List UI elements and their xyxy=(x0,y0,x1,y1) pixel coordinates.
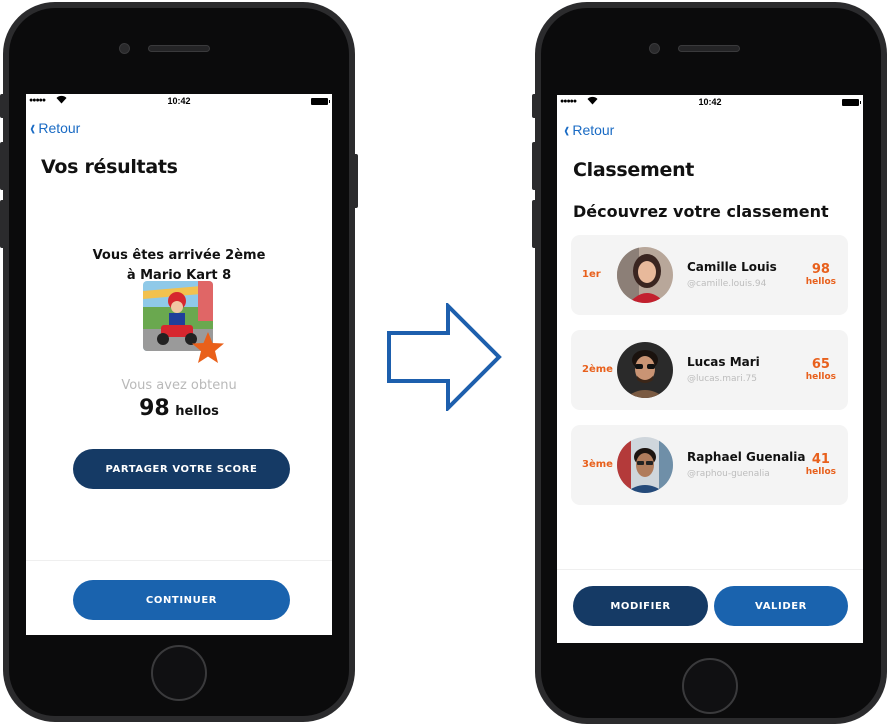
home-button[interactable] xyxy=(682,658,738,714)
validate-button[interactable]: VALIDER xyxy=(714,586,848,626)
avatar xyxy=(617,437,673,493)
left-screen: ●●●●● 10:42 ‹ Retour Vos résultats Vous … xyxy=(26,94,332,635)
score-value: 65 xyxy=(811,357,830,372)
rank-position: 1er xyxy=(582,269,601,280)
earpiece-speaker xyxy=(148,45,210,52)
ranking-card[interactable]: 3ème Raphael Guenalia @raphou-guenalia 4… xyxy=(571,425,848,505)
footer-divider xyxy=(26,560,332,561)
back-button[interactable]: ‹ Retour xyxy=(563,117,615,142)
status-bar: ●●●●● 10:42 xyxy=(557,95,863,109)
rank-position: 2ème xyxy=(582,364,613,375)
status-bar: ●●●●● 10:42 xyxy=(26,94,332,108)
player-name: Lucas Mari xyxy=(687,355,760,369)
score-unit: hellos xyxy=(805,372,836,382)
score-unit: hellos xyxy=(805,467,836,477)
page-title: Vos résultats xyxy=(41,156,178,178)
front-camera xyxy=(119,43,130,54)
rank-position: 3ème xyxy=(582,459,613,470)
player-name: Raphael Guenalia xyxy=(687,450,806,464)
footer-divider xyxy=(557,569,863,570)
right-arrow-icon xyxy=(386,301,502,413)
chevron-left-icon: ‹ xyxy=(30,115,36,140)
volume-up-button xyxy=(0,142,5,190)
battery-icon xyxy=(311,98,330,105)
status-time: 10:42 xyxy=(698,97,722,107)
score-value: 98 xyxy=(811,262,830,277)
ranking-card[interactable]: 1er Camille Louis @camille.louis.94 98 h… xyxy=(571,235,848,315)
player-name: Camille Louis xyxy=(687,260,777,274)
score-value: 41 xyxy=(811,452,830,467)
avatar xyxy=(617,247,673,303)
score-unit: hellos xyxy=(805,277,836,287)
page-subtitle: Découvrez votre classement xyxy=(573,202,829,221)
player-score: 41 hellos xyxy=(806,453,836,478)
back-label: Retour xyxy=(38,120,81,136)
home-button[interactable] xyxy=(151,645,207,701)
player-handle: @lucas.mari.75 xyxy=(687,374,758,384)
score-unit: hellos xyxy=(175,404,219,419)
ranking-card[interactable]: 2ème Lucas Mari @lucas.mari.75 65 hellos xyxy=(571,330,848,410)
player-score: 65 hellos xyxy=(806,358,836,383)
status-time: 10:42 xyxy=(167,96,191,106)
player-handle: @raphou-guenalia xyxy=(687,469,770,479)
left-phone: ●●●●● 10:42 ‹ Retour Vos résultats Vous … xyxy=(0,2,358,722)
battery-icon xyxy=(842,99,861,106)
right-phone: ●●●●● 10:42 ‹ Retour Classement Découvre… xyxy=(532,2,887,724)
avatar xyxy=(617,342,673,398)
chevron-left-icon: ‹ xyxy=(564,117,570,142)
volume-up-button xyxy=(532,142,537,190)
obtained-label: Vous avez obtenu xyxy=(121,378,237,393)
earpiece-speaker xyxy=(678,45,740,52)
score-value: 98 xyxy=(139,396,170,421)
star-icon xyxy=(191,331,225,365)
back-button[interactable]: ‹ Retour xyxy=(29,115,81,140)
right-screen: ●●●●● 10:42 ‹ Retour Classement Découvre… xyxy=(557,95,863,643)
player-score: 98 hellos xyxy=(806,263,836,288)
side-button xyxy=(532,94,537,118)
volume-down-button xyxy=(0,200,5,248)
back-label: Retour xyxy=(572,122,615,138)
modify-button[interactable]: MODIFIER xyxy=(573,586,708,626)
continue-button[interactable]: CONTINUER xyxy=(73,580,290,620)
score: 98 hellos xyxy=(26,396,332,421)
side-button xyxy=(0,94,5,118)
share-score-button[interactable]: PARTAGER VOTRE SCORE xyxy=(73,449,290,489)
result-line-1: Vous êtes arrivée 2ème xyxy=(92,248,266,263)
power-button xyxy=(353,154,358,208)
front-camera xyxy=(649,43,660,54)
player-handle: @camille.louis.94 xyxy=(687,279,767,289)
page-title: Classement xyxy=(573,159,695,181)
volume-down-button xyxy=(532,200,537,248)
